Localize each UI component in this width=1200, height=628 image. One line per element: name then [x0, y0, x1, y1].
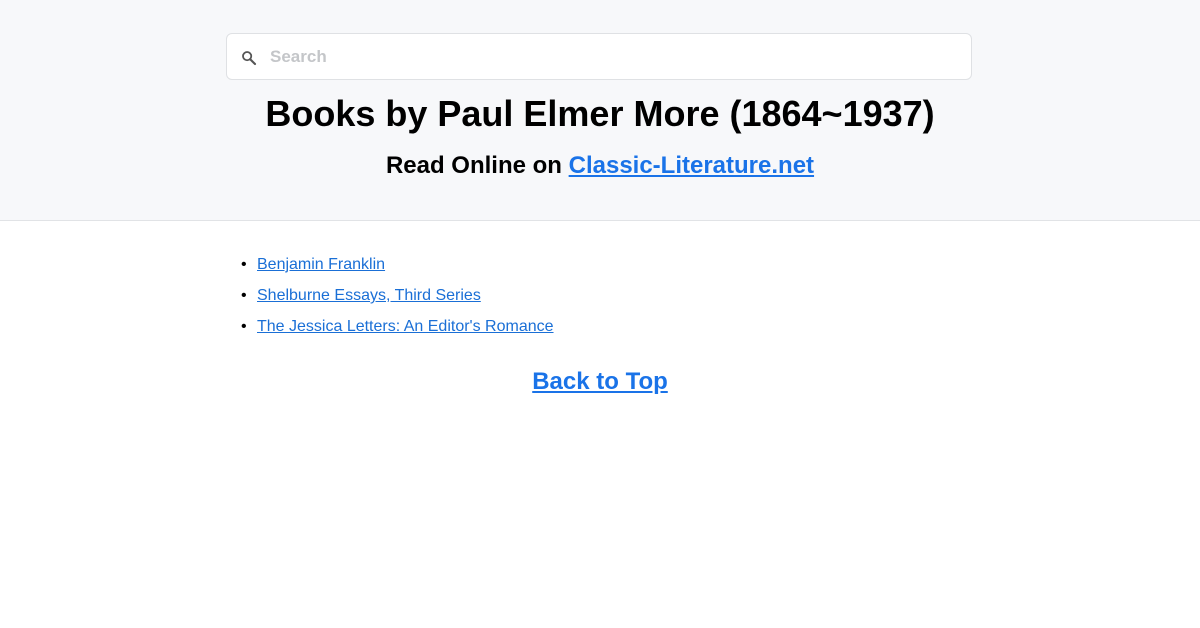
subtitle: Read Online on Classic-Literature.net	[0, 150, 1200, 182]
page-title: Books by Paul Elmer More (1864~1937)	[265, 93, 935, 134]
search-box[interactable]	[226, 33, 972, 80]
page-header: Books by Paul Elmer More (1864~1937) Rea…	[0, 0, 1200, 221]
list-item: • Shelburne Essays, Third Series	[241, 284, 554, 315]
back-to-top-container: Back to Top	[0, 366, 1200, 398]
book-link[interactable]: The Jessica Letters: An Editor's Romance	[257, 318, 554, 335]
book-link[interactable]: Shelburne Essays, Third Series	[257, 287, 481, 304]
bullet-icon: •	[241, 287, 247, 304]
subtitle-prefix: Read Online on	[385, 152, 569, 179]
book-link[interactable]: Benjamin Franklin	[257, 256, 385, 273]
book-list: • Benjamin Franklin • Shelburne Essays, …	[241, 253, 554, 346]
back-to-top-link[interactable]: Back to Top	[532, 368, 668, 395]
site-link[interactable]: Classic-Literature.net	[569, 152, 814, 179]
search-input[interactable]	[270, 34, 960, 79]
bullet-icon: •	[241, 256, 247, 273]
bullet-icon: •	[241, 318, 247, 335]
list-item: • The Jessica Letters: An Editor's Roman…	[241, 315, 554, 346]
list-item: • Benjamin Franklin	[241, 253, 554, 284]
search-icon	[240, 49, 258, 67]
